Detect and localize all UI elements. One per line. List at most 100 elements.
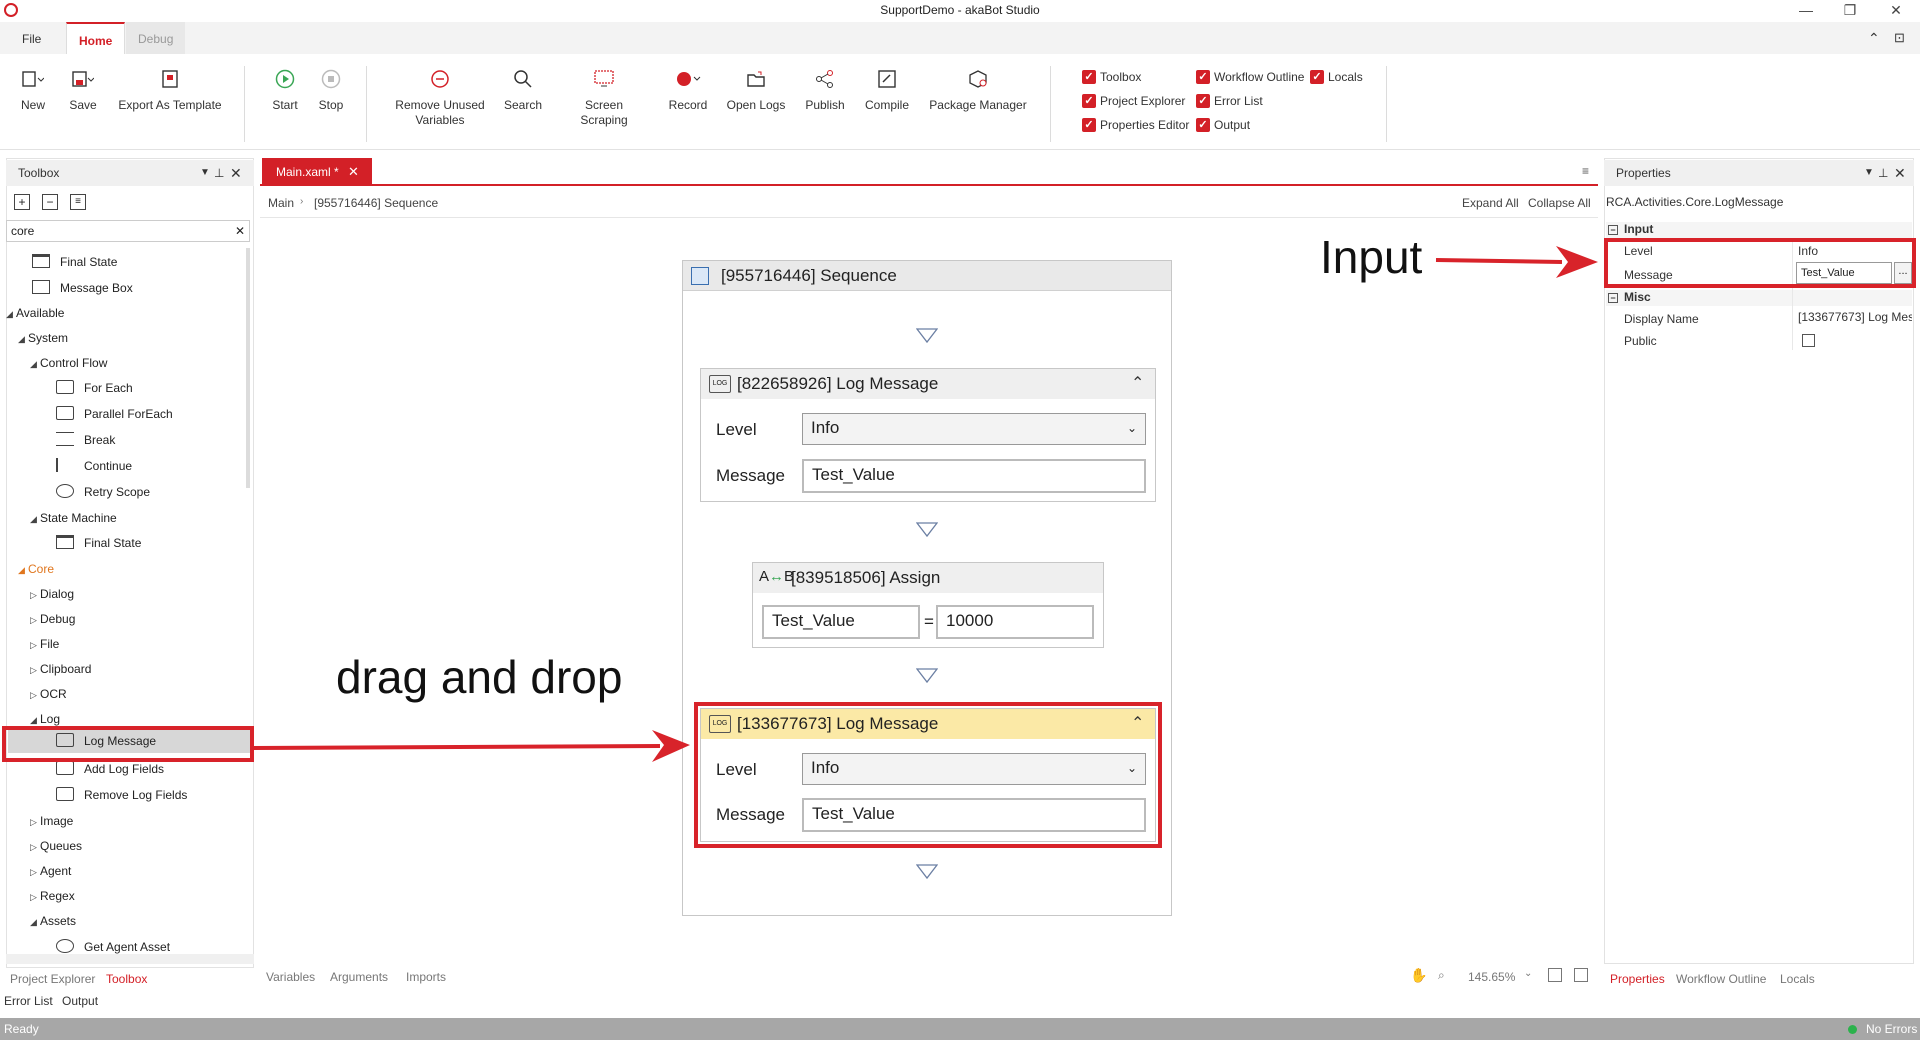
tree-group-assets[interactable]: ◢ Assets <box>30 909 76 934</box>
sequence-header[interactable]: [955716446] Sequence <box>683 261 1171 291</box>
toggle-toolbox[interactable]: ✓ Toolbox <box>1082 68 1141 86</box>
clear-search-icon[interactable]: ✕ <box>235 221 245 241</box>
dropdown-icon[interactable]: ▼ <box>1864 160 1874 186</box>
tab-toolbox[interactable]: Toolbox <box>106 972 147 986</box>
tree-group-system[interactable]: ◢ System <box>18 326 68 351</box>
tab-home[interactable]: Home <box>66 22 126 56</box>
pan-hand-icon[interactable]: ✋ <box>1410 967 1427 984</box>
compile-button[interactable]: Compile <box>862 66 912 113</box>
toggle-project-explorer[interactable]: ✓ Project Explorer <box>1082 92 1185 110</box>
pin-icon[interactable]: ⊥ <box>1878 160 1888 186</box>
list-view-icon[interactable]: ≡ <box>70 194 86 210</box>
open-logs-button[interactable]: Open Logs <box>724 66 788 113</box>
stop-button[interactable]: Stop <box>312 66 350 113</box>
toggle-error-list[interactable]: ✓ Error List <box>1196 92 1263 110</box>
collapse-ribbon-icon[interactable]: ⌃ <box>1868 30 1880 47</box>
tree-item-final-state-top[interactable]: Final State <box>32 250 117 275</box>
property-group-input[interactable]: − Input <box>1606 222 1912 238</box>
tree-group-ocr[interactable]: ▷ OCR <box>30 682 67 707</box>
tab-properties[interactable]: Properties <box>1610 972 1665 986</box>
zoom-icon[interactable]: ⌕ <box>1438 968 1445 983</box>
tab-main-xaml[interactable]: Main.xaml * ✕ <box>262 158 372 186</box>
assign-to-input[interactable]: Test_Value <box>762 605 920 639</box>
search-button[interactable]: Search <box>500 66 546 113</box>
assign-value-input[interactable]: 10000 <box>936 605 1094 639</box>
close-icon[interactable]: ✕ <box>230 160 242 186</box>
toggle-locals[interactable]: ✓ Locals <box>1310 68 1363 86</box>
collapse-activity-icon[interactable]: ⌃ <box>1131 373 1144 393</box>
tree-group-dialog[interactable]: ▷ Dialog <box>30 582 74 607</box>
toggle-properties-editor[interactable]: ✓ Properties Editor <box>1082 116 1189 134</box>
tab-debug[interactable]: Debug <box>126 22 186 56</box>
tab-arguments[interactable]: Arguments <box>330 970 388 984</box>
feedback-icon[interactable]: ⊡ <box>1894 30 1905 46</box>
remove-unused-variables-button[interactable]: Remove Unused Variables <box>392 66 488 128</box>
tab-error-list[interactable]: Error List <box>4 994 53 1008</box>
tree-item-for-each[interactable]: For Each <box>56 376 133 401</box>
dropdown-icon[interactable]: ▼ <box>200 160 210 186</box>
tab-workflow-outline[interactable]: Workflow Outline <box>1676 972 1766 986</box>
drop-arrow-icon[interactable] <box>916 864 938 880</box>
property-group-misc[interactable]: − Misc <box>1606 290 1912 306</box>
tree-item-continue[interactable]: Continue <box>56 454 132 479</box>
tree-group-regex[interactable]: ▷ Regex <box>30 884 75 909</box>
toolbox-hscrollbar[interactable] <box>6 954 254 964</box>
tree-group-core[interactable]: ◢ Core <box>18 557 54 582</box>
minimize-icon[interactable]: — <box>1786 2 1826 18</box>
close-icon[interactable]: ✕ <box>1876 2 1916 19</box>
collapse-all-link[interactable]: Collapse All <box>1528 196 1591 210</box>
close-icon[interactable]: ✕ <box>1894 160 1906 186</box>
toolbox-search-input[interactable]: core ✕ <box>6 220 250 242</box>
close-tab-icon[interactable]: ✕ <box>348 158 359 186</box>
tree-group-clipboard[interactable]: ▷ Clipboard <box>30 657 91 682</box>
tree-item-break[interactable]: Break <box>56 428 115 453</box>
tree-group-image[interactable]: ▷ Image <box>30 809 73 834</box>
log1-level-select[interactable]: Info ⌄ <box>802 413 1146 445</box>
tab-output[interactable]: Output <box>62 994 98 1008</box>
tab-menu-icon[interactable]: ≡ <box>1582 164 1589 178</box>
tree-item-message-box[interactable]: Message Box <box>32 276 133 301</box>
record-button[interactable]: Record <box>666 66 710 113</box>
tree-group-file[interactable]: ▷ File <box>30 632 59 657</box>
tree-group-agent[interactable]: ▷ Agent <box>30 859 71 884</box>
expand-all-icon[interactable]: + <box>14 194 30 210</box>
tab-imports[interactable]: Imports <box>406 970 446 984</box>
tab-variables[interactable]: Variables <box>266 970 315 984</box>
tree-item-retry-scope[interactable]: Retry Scope <box>56 480 150 505</box>
tree-item-parallel-foreach[interactable]: Parallel ForEach <box>56 402 173 427</box>
tab-file[interactable]: File <box>10 22 53 56</box>
tree-group-available[interactable]: ◢ Available <box>6 301 64 326</box>
zoom-level[interactable]: 145.65% <box>1468 970 1515 984</box>
expand-all-link[interactable]: Expand All <box>1462 196 1519 210</box>
export-as-template-button[interactable]: Export As Template <box>116 66 224 113</box>
drop-arrow-icon[interactable] <box>916 668 938 684</box>
log-message-1-header[interactable]: LOG [822658926] Log Message ⌃ <box>701 369 1155 399</box>
save-button[interactable]: Save <box>64 66 102 113</box>
fit-screen-icon[interactable] <box>1548 968 1562 982</box>
pin-icon[interactable]: ⊥ <box>214 160 224 186</box>
overview-icon[interactable] <box>1574 968 1588 982</box>
new-button[interactable]: New <box>14 66 52 113</box>
log1-message-input[interactable]: Test_Value <box>802 459 1146 493</box>
tab-project-explorer[interactable]: Project Explorer <box>10 972 95 986</box>
tree-group-debug[interactable]: ▷ Debug <box>30 607 75 632</box>
toolbox-scrollbar[interactable] <box>246 248 250 488</box>
prop-display-name-value[interactable]: [133677673] Log Mes <box>1798 310 1912 324</box>
publish-button[interactable]: Publish <box>802 66 848 113</box>
drop-arrow-icon[interactable] <box>916 328 938 344</box>
restore-icon[interactable]: ❐ <box>1830 2 1870 19</box>
collapse-all-icon[interactable]: − <box>42 194 58 210</box>
tree-group-queues[interactable]: ▷ Queues <box>30 834 82 859</box>
breadcrumb-current[interactable]: [955716446] Sequence <box>314 196 438 210</box>
tree-group-state-machine[interactable]: ◢ State Machine <box>30 506 117 531</box>
package-manager-button[interactable]: Package Manager <box>928 66 1028 113</box>
tree-item-remove-log-fields[interactable]: Remove Log Fields <box>56 783 187 808</box>
start-button[interactable]: Start <box>266 66 304 113</box>
tab-locals[interactable]: Locals <box>1780 972 1815 986</box>
assign-header[interactable]: A↔B [839518506] Assign <box>753 563 1103 593</box>
toggle-output[interactable]: ✓ Output <box>1196 116 1250 134</box>
drop-arrow-icon[interactable] <box>916 522 938 538</box>
tree-group-control-flow[interactable]: ◢ Control Flow <box>30 351 107 376</box>
prop-public-checkbox[interactable] <box>1802 334 1815 347</box>
screen-scraping-button[interactable]: Screen Scraping <box>560 66 648 128</box>
